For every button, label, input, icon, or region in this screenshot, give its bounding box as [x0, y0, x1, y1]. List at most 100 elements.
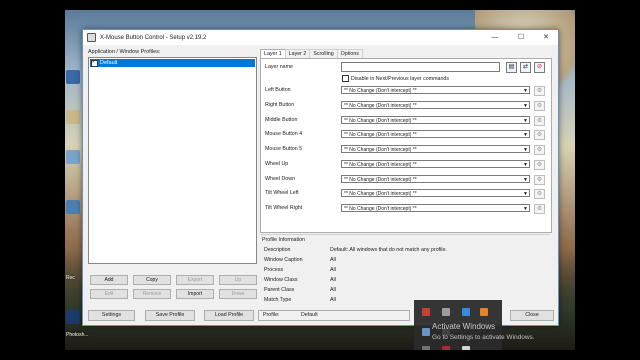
import-button[interactable]: Import [176, 289, 214, 299]
row-label: Tilt Wheel Right [265, 205, 303, 211]
xmbc-window: X-Mouse Button Control - Setup v2.19.2 —… [82, 29, 559, 326]
info-value: Default: All windows that do not match a… [330, 247, 447, 253]
tab-scrolling[interactable]: Scrolling [309, 49, 338, 58]
letterbox-top [0, 0, 640, 10]
swap-icon[interactable]: ⇄ [520, 62, 531, 73]
combo-value: ** No Change (Don't intercept) ** [344, 147, 417, 153]
row-label: Wheel Down [265, 176, 296, 182]
row-label: Left Button [265, 87, 291, 93]
info-value: All [330, 287, 336, 293]
profile-checkbox[interactable] [91, 59, 98, 67]
info-value: All [330, 297, 336, 303]
middle-button-select[interactable]: ** No Change (Don't intercept) ** ▼ [341, 116, 530, 124]
disable-layer-checkbox[interactable] [342, 75, 349, 82]
gear-icon[interactable]: ⚙ [534, 160, 545, 170]
chevron-down-icon: ▼ [523, 132, 528, 138]
disable-layer-label: Disable in Next/Previous layer commands [351, 75, 450, 82]
wheel-down-select[interactable]: ** No Change (Don't intercept) ** ▼ [341, 175, 530, 183]
remove-button[interactable]: Remove [133, 289, 171, 299]
mouse-button-4-select[interactable]: ** No Change (Don't intercept) ** ▼ [341, 130, 530, 138]
minimize-button[interactable]: — [484, 30, 506, 45]
edit-button[interactable]: Edit [90, 289, 128, 299]
row-label: Mouse Button 4 [265, 131, 303, 137]
layer-name-input[interactable] [341, 62, 500, 72]
gear-icon[interactable]: ⚙ [534, 189, 545, 199]
antivirus-icon[interactable] [422, 308, 430, 316]
app-icon [87, 33, 96, 42]
tab-layer-2[interactable]: Layer 2 [284, 49, 311, 58]
combo-value: ** No Change (Don't intercept) ** [344, 206, 417, 212]
chevron-down-icon: ▼ [523, 191, 528, 197]
chevron-down-icon: ▼ [523, 177, 528, 183]
chevron-down-icon: ▼ [523, 147, 528, 153]
gear-icon[interactable]: ⚙ [534, 116, 545, 126]
combo-value: ** No Change (Don't intercept) ** [344, 191, 417, 197]
chevron-down-icon: ▼ [523, 162, 528, 168]
layer-1-pane: Layer name ▤ ⇄ ⊘ Disable in Next/Previou… [260, 58, 552, 233]
nvidia-icon[interactable] [422, 328, 430, 336]
current-profile: Profile: Default [258, 310, 410, 321]
save-profile-button[interactable]: Save Profile [145, 310, 195, 321]
tilt-wheel-right-select[interactable]: ** No Change (Don't intercept) ** ▼ [341, 204, 530, 212]
layer-menu-icon[interactable]: ▤ [506, 62, 517, 73]
profile-name: Default [100, 60, 118, 66]
app-icon[interactable] [462, 308, 470, 316]
add-button[interactable]: Add [90, 275, 128, 285]
title-bar[interactable]: X-Mouse Button Control - Setup v2.19.2 —… [83, 30, 558, 45]
desktop-icon[interactable] [66, 150, 80, 164]
close-button[interactable]: Close [510, 310, 554, 321]
clear-icon[interactable]: ⊘ [534, 62, 545, 73]
wheel-up-select[interactable]: ** No Change (Don't intercept) ** ▼ [341, 160, 530, 168]
gear-icon[interactable]: ⚙ [534, 175, 545, 185]
layer-name-label: Layer name [265, 64, 293, 70]
combo-value: ** No Change (Don't intercept) ** [344, 88, 417, 94]
row-label: Right Button [265, 102, 295, 108]
photoshop-icon[interactable] [66, 310, 80, 324]
mouse-button-5-select[interactable]: ** No Change (Don't intercept) ** ▼ [341, 145, 530, 153]
info-label: Parent Class [264, 287, 295, 293]
maximize-button[interactable]: ☐ [510, 30, 532, 45]
gear-icon[interactable]: ⚙ [534, 204, 545, 214]
gear-icon[interactable]: ⚙ [534, 101, 545, 111]
combo-value: ** No Change (Don't intercept) ** [344, 103, 417, 109]
row-label: Tilt Wheel Left [265, 190, 299, 196]
info-value: All [330, 277, 336, 283]
combo-value: ** No Change (Don't intercept) ** [344, 177, 417, 183]
close-window-button[interactable]: ✕ [535, 30, 557, 45]
gear-icon[interactable]: ⚙ [534, 130, 545, 140]
settings-button[interactable]: Settings [88, 310, 135, 321]
tab-layer-1[interactable]: Layer 1 [260, 49, 286, 58]
right-button-select[interactable]: ** No Change (Don't intercept) ** ▼ [341, 101, 530, 109]
load-profile-button[interactable]: Load Profile [204, 310, 254, 321]
info-label: Description [264, 247, 291, 253]
cloud-icon[interactable] [442, 308, 450, 316]
tab-options[interactable]: Options [336, 49, 363, 58]
chevron-down-icon: ▼ [523, 103, 528, 109]
up-button[interactable]: Up [219, 275, 257, 285]
copy-button[interactable]: Copy [133, 275, 171, 285]
tab-strip: Layer 1 Layer 2 Scrolling Options [260, 49, 363, 58]
down-button[interactable]: Down [219, 289, 257, 299]
desktop-icon[interactable] [66, 70, 80, 84]
activate-windows-subtitle: Go to Settings to activate Windows. [432, 334, 535, 341]
desktop-icon[interactable] [66, 110, 80, 124]
profiles-panel: Application / Window Profiles: Default A… [88, 49, 257, 299]
info-title: Profile Information [262, 237, 305, 243]
tilt-wheel-left-select[interactable]: ** No Change (Don't intercept) ** ▼ [341, 189, 530, 197]
gear-icon[interactable]: ⚙ [534, 145, 545, 155]
combo-value: ** No Change (Don't intercept) ** [344, 118, 417, 124]
desktop-icon[interactable] [66, 200, 80, 214]
arrow-icon[interactable] [480, 308, 488, 316]
disable-layer-option[interactable]: Disable in Next/Previous layer commands [342, 75, 449, 82]
profiles-header: Application / Window Profiles: [88, 49, 161, 55]
profile-label: Profile: [263, 312, 280, 318]
chevron-down-icon: ▼ [523, 118, 528, 124]
gear-icon[interactable]: ⚙ [534, 86, 545, 96]
left-button-select[interactable]: ** No Change (Don't intercept) ** ▼ [341, 86, 530, 94]
info-label: Process [264, 267, 284, 273]
profile-list[interactable]: Default [88, 57, 257, 264]
row-label: Wheel Up [265, 161, 289, 167]
list-item[interactable]: Default [90, 59, 255, 67]
info-value: All [330, 257, 336, 263]
export-button[interactable]: Export [176, 275, 214, 285]
